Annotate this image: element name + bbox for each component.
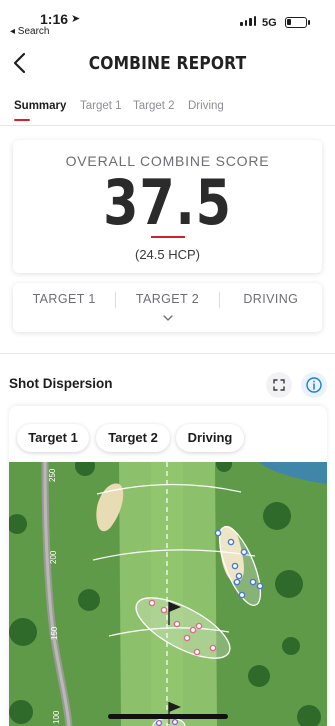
filter-driving[interactable]: Driving bbox=[176, 424, 244, 452]
back-to-app-link[interactable]: ◂ Search bbox=[10, 26, 49, 37]
score-card: OVERALL COMBINE SCORE 37.5 (24.5 HCP) bbox=[13, 140, 322, 273]
yardage-250: 250 bbox=[48, 468, 57, 482]
yardage-150: 150 bbox=[50, 626, 59, 640]
tab-summary[interactable]: Summary bbox=[14, 100, 66, 112]
battery-icon bbox=[285, 17, 310, 28]
status-time: 1:16 bbox=[40, 11, 69, 27]
driving-column[interactable]: DRIVING bbox=[220, 292, 322, 308]
tab-driving[interactable]: Driving bbox=[188, 100, 224, 112]
active-tab-indicator bbox=[14, 119, 30, 121]
status-bar: 1:16 ➤ ◂ Search 5G bbox=[0, 0, 335, 40]
section-divider bbox=[0, 353, 335, 354]
network-type: 5G bbox=[262, 17, 277, 29]
header: COMBINE REPORT bbox=[0, 44, 335, 84]
target-1-column[interactable]: TARGET 1 bbox=[13, 292, 117, 308]
location-arrow-icon: ➤ bbox=[71, 13, 81, 25]
info-icon bbox=[306, 377, 322, 393]
tab-bar: Summary Target 1 Target 2 Driving bbox=[0, 96, 335, 126]
filter-target-2[interactable]: Target 2 bbox=[96, 424, 170, 452]
page-title: COMBINE REPORT bbox=[88, 53, 247, 74]
fullscreen-button[interactable] bbox=[266, 372, 292, 398]
tab-target-2[interactable]: Target 2 bbox=[133, 100, 175, 112]
info-button[interactable] bbox=[301, 372, 327, 398]
fullscreen-icon bbox=[273, 379, 285, 391]
hole-map: 250 200 150 100 bbox=[9, 462, 327, 726]
yardage-200: 200 bbox=[49, 550, 58, 564]
cellular-signal-icon bbox=[240, 15, 256, 26]
home-indicator bbox=[108, 714, 228, 719]
target-2-column[interactable]: TARGET 2 bbox=[116, 292, 220, 308]
chevron-down-icon[interactable] bbox=[161, 313, 175, 323]
targets-breakdown-card[interactable]: TARGET 1 TARGET 2 DRIVING bbox=[13, 283, 322, 332]
tab-target-1[interactable]: Target 1 bbox=[80, 100, 122, 112]
score-divider bbox=[151, 236, 185, 238]
yardage-100: 100 bbox=[52, 710, 61, 724]
handicap-value: (24.5 HCP) bbox=[134, 247, 201, 262]
filter-target-1[interactable]: Target 1 bbox=[17, 424, 89, 452]
shot-dispersion-card: Target 1 Target 2 Driving 250 200 150 10… bbox=[9, 406, 327, 726]
score-value: 37.5 bbox=[103, 166, 232, 239]
shot-dispersion-title: Shot Dispersion bbox=[9, 376, 113, 391]
